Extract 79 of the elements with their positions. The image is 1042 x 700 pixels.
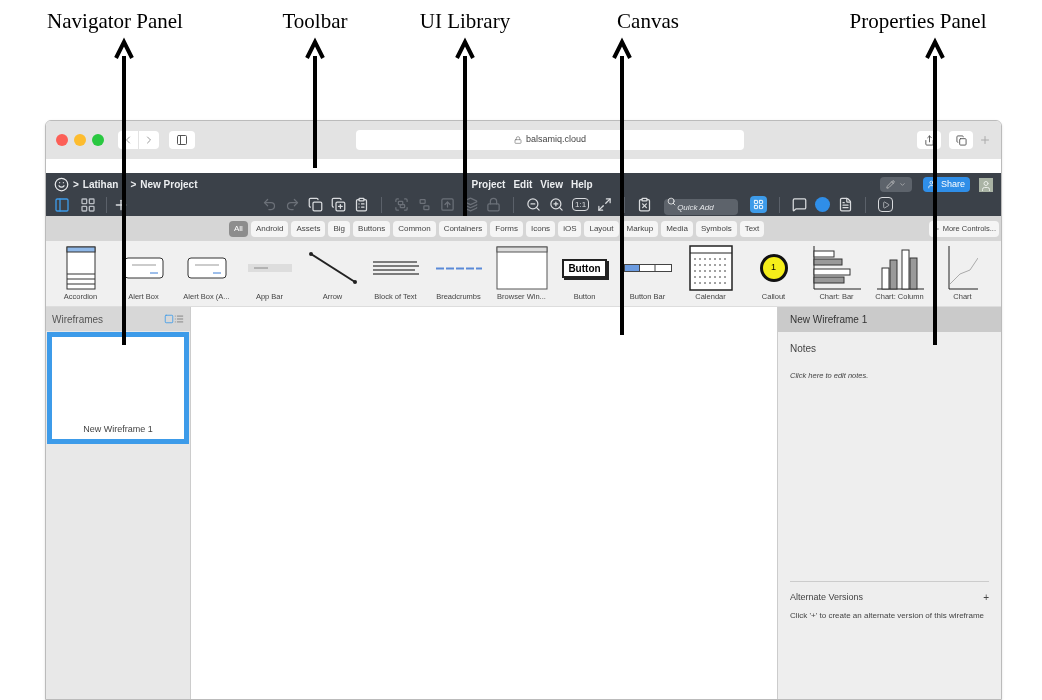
- category-tab[interactable]: Text: [739, 220, 765, 237]
- arrow-drawing: [307, 251, 358, 285]
- menu-item[interactable]: Help: [570, 177, 593, 192]
- category-tab[interactable]: Big: [328, 220, 351, 237]
- browser-window-drawing: [495, 246, 548, 290]
- pencil-icon: [885, 180, 895, 189]
- breadcrumb-link[interactable]: Latihan: [82, 177, 119, 192]
- alternate-versions-title: Alternate Versions: [790, 590, 864, 604]
- wireframe-thumbnail[interactable]: New Wireframe 1: [47, 332, 189, 444]
- button-drawing: Button: [562, 258, 607, 278]
- person-icon: [980, 179, 992, 192]
- lock-icon: [513, 136, 522, 144]
- actual-size-button[interactable]: 1:1: [572, 198, 590, 211]
- navigator-title: Wireframes: [52, 312, 104, 327]
- app-bar-drawing: [247, 264, 292, 272]
- present-button[interactable]: [878, 197, 894, 212]
- logo-icon[interactable]: [54, 177, 69, 192]
- library-toggle-button[interactable]: [750, 196, 768, 213]
- expand-icon[interactable]: [597, 197, 613, 212]
- category-tab[interactable]: Symbols: [696, 220, 737, 237]
- annotation-label: Navigator Panel: [47, 9, 183, 33]
- annotation-label: Properties Panel: [849, 9, 987, 33]
- category-tab[interactable]: Common: [393, 220, 436, 237]
- bar-chart-drawing: [812, 246, 861, 290]
- duplicate-icon[interactable]: [331, 197, 346, 212]
- callout-drawing: 1: [759, 254, 788, 282]
- category-tab[interactable]: Forms: [490, 220, 523, 237]
- category-tab[interactable]: Media: [661, 220, 693, 237]
- category-tab[interactable]: Assets: [291, 220, 326, 237]
- breadcrumb-separator: >: [130, 178, 137, 192]
- notes-title: Notes: [790, 342, 818, 356]
- clipboard-icon[interactable]: [354, 197, 369, 212]
- menu-item[interactable]: View: [540, 177, 563, 192]
- category-tab[interactable]: Android: [250, 220, 289, 237]
- address-bar[interactable]: balsamiq.cloud: [356, 130, 744, 150]
- play-icon: [881, 200, 890, 209]
- wireframe-title: New Wireframe 1: [790, 313, 868, 327]
- category-tab[interactable]: Containers: [438, 220, 488, 237]
- grid-icon: [753, 199, 765, 210]
- wireframe-name: New Wireframe 1: [83, 422, 153, 436]
- comment-icon[interactable]: [792, 197, 808, 212]
- copy-icon[interactable]: [308, 197, 323, 212]
- annotation-label: Toolbar: [282, 9, 348, 33]
- category-tab[interactable]: Layout: [584, 220, 619, 237]
- sidebar-icon: [176, 134, 188, 146]
- thumbnail-view-icon[interactable]: [164, 314, 174, 324]
- add-version-button[interactable]: +: [983, 590, 989, 605]
- sidebar-button[interactable]: [169, 131, 195, 149]
- breadcrumb-separator: >: [73, 178, 79, 192]
- caret-icon: [898, 181, 906, 188]
- quick-add-field[interactable]: Quick Add: [664, 199, 739, 215]
- alternate-versions-hint: Click '+' to create an alternate version of this wireframe: [790, 610, 986, 621]
- category-tab[interactable]: Icons: [526, 220, 556, 237]
- pencil-dropdown[interactable]: [879, 177, 912, 192]
- category-tab[interactable]: iOS: [558, 220, 582, 237]
- clipboard-x-icon[interactable]: [637, 197, 653, 212]
- category-tab[interactable]: Buttons: [353, 220, 391, 237]
- tabs-button[interactable]: [949, 131, 973, 149]
- share-icon: [923, 134, 935, 146]
- text-block-drawing: [372, 261, 419, 275]
- alert-box-drawing: [123, 257, 164, 279]
- line-chart-drawing: [947, 246, 978, 290]
- menu-item[interactable]: Project: [471, 177, 506, 192]
- column-chart-drawing: [875, 246, 924, 290]
- accordion-drawing: [65, 246, 96, 290]
- menu-item[interactable]: Edit: [513, 177, 533, 192]
- zoom-in-icon[interactable]: [549, 197, 564, 212]
- button-bar-drawing: [623, 264, 672, 272]
- avatar[interactable]: [979, 177, 993, 192]
- document-icon[interactable]: [838, 197, 854, 212]
- calendar-drawing: [688, 245, 733, 291]
- annotation-label: Canvas: [617, 9, 679, 33]
- zoom-out-icon[interactable]: [526, 197, 541, 212]
- breadcrumb-link[interactable]: New Project: [140, 177, 198, 192]
- grid-icon[interactable]: [80, 196, 96, 213]
- search-icon: [667, 196, 677, 206]
- annotation-label: UI Library: [419, 9, 511, 33]
- tabs-icon: [955, 134, 967, 146]
- alert-box-drawing: [186, 257, 227, 279]
